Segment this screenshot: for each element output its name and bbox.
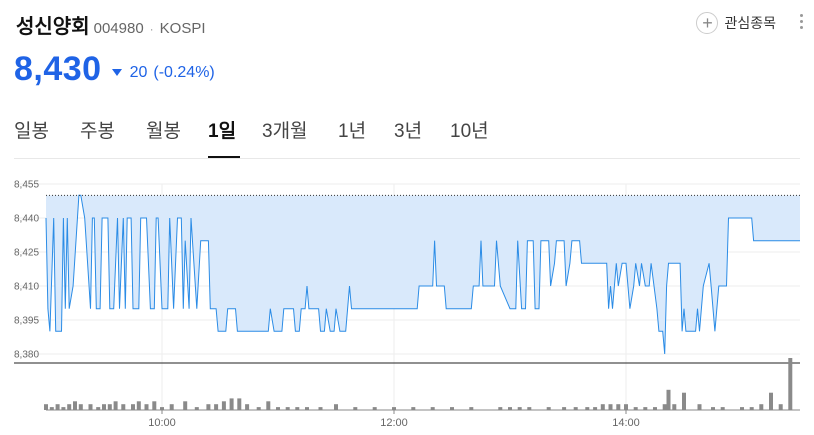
volume-bar — [608, 404, 613, 410]
volume-bar — [113, 401, 118, 410]
x-tick-label: 12:00 — [380, 417, 408, 429]
volume-bar — [55, 404, 60, 410]
volume-bar — [121, 404, 126, 410]
volume-bar — [600, 404, 605, 410]
price-change: 20 (-0.24%) — [111, 63, 215, 82]
y-tick-label: 8,425 — [14, 248, 39, 259]
separator-dot: · — [149, 22, 154, 36]
x-tick-label: 14:00 — [612, 417, 640, 429]
tab-10year[interactable]: 10년 — [450, 112, 500, 158]
volume-bar — [682, 392, 686, 410]
y-tick-label: 8,395 — [14, 316, 39, 327]
tab-1year[interactable]: 1년 — [338, 112, 394, 158]
volume-bar — [221, 401, 226, 410]
add-to-watchlist-button[interactable]: + 관심종목 — [696, 12, 776, 34]
plus-circle-icon: + — [696, 12, 719, 34]
change-percent: (-0.24%) — [153, 63, 215, 81]
volume-bar — [144, 404, 149, 410]
volume-bar — [107, 404, 112, 410]
volume-bar — [88, 404, 93, 410]
volume-bar — [237, 398, 242, 410]
volume-bar — [666, 389, 671, 410]
volume-bar — [769, 392, 773, 410]
x-tick-label: 10:00 — [148, 417, 176, 429]
volume-bar — [73, 401, 77, 410]
tab-weekly[interactable]: 주봉 — [80, 112, 146, 158]
volume-bar — [67, 404, 72, 410]
tab-daily[interactable]: 일봉 — [14, 112, 80, 158]
volume-bar — [131, 404, 135, 410]
kebab-menu-icon[interactable] — [800, 14, 804, 29]
intraday-price-chart: 8,455 8,440 8,425 8,410 8,395 8,380 10:00 12:00… — [14, 180, 800, 429]
tab-divider — [14, 158, 800, 159]
price-row: 8,430 20 (-0.24%) — [14, 50, 215, 89]
volume-bar — [152, 401, 157, 410]
y-tick-label: 8,440 — [14, 214, 39, 225]
tab-3month[interactable]: 3개월 — [262, 112, 338, 158]
volume-bar — [624, 404, 628, 410]
volume-bar — [616, 404, 621, 410]
volume-bar — [778, 404, 783, 410]
volume-bar — [214, 404, 219, 410]
volume-bar — [206, 404, 211, 410]
volume-bar — [44, 404, 48, 410]
volume-bar — [662, 404, 667, 410]
tab-monthly[interactable]: 월봉 — [146, 112, 208, 158]
stock-header: 성신양회 004980 · KOSPI — [16, 10, 206, 39]
volume-bar — [78, 404, 83, 410]
volume-bar — [697, 404, 702, 410]
volume-bar — [266, 401, 271, 410]
volume-bar — [102, 404, 106, 410]
tab-1day[interactable]: 1일 — [208, 112, 240, 158]
stock-name: 성신양회 — [16, 16, 90, 38]
market-label: KOSPI — [159, 20, 206, 37]
price-area-fill — [46, 195, 800, 354]
change-amount: 20 — [129, 63, 148, 81]
tab-3year[interactable]: 3년 — [394, 112, 450, 158]
stock-code: 004980 — [93, 20, 144, 37]
volume-bar — [788, 358, 793, 410]
watchlist-label: 관심종목 — [724, 15, 776, 31]
volume-bar — [759, 404, 764, 410]
volume-bar — [229, 398, 234, 410]
y-tick-label: 8,380 — [14, 350, 39, 361]
volume-bar — [245, 404, 250, 410]
y-tick-label: 8,455 — [14, 180, 39, 191]
volume-bar — [136, 401, 141, 410]
y-tick-label: 8,410 — [14, 282, 39, 293]
volume-bar — [672, 404, 677, 410]
down-arrow-icon — [111, 69, 122, 76]
period-tabs: 일봉 주봉 월봉 1일 3개월 1년 3년 10년 — [14, 112, 500, 158]
volume-bar — [334, 404, 338, 410]
volume-bar — [183, 401, 188, 410]
volume-bar — [169, 404, 174, 410]
current-price: 8,430 — [14, 50, 102, 88]
